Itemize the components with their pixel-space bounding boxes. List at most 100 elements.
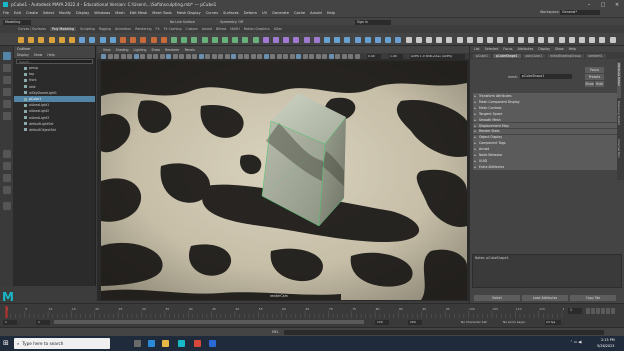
ae-menu-attributes[interactable]: Attributes	[518, 47, 534, 51]
taskbar-search-input[interactable]: ⌕ Type here to search	[14, 338, 110, 349]
shelf-tool-icon[interactable]	[548, 36, 555, 43]
outliner-item[interactable]: defaultObjectSet	[14, 127, 95, 133]
shelf-tab[interactable]: Sculpting	[80, 27, 95, 31]
menu-uv[interactable]: UV	[262, 11, 267, 15]
command-input[interactable]	[284, 329, 604, 335]
viewport-tool-icon[interactable]	[198, 54, 204, 59]
symmetry-label[interactable]: Symmetry: Off	[220, 20, 243, 24]
ae-tab[interactable]: lambert1	[585, 53, 606, 58]
menu-mesh-display[interactable]: Mesh Display	[177, 11, 201, 15]
shelf-tool-icon[interactable]	[191, 36, 198, 43]
shelf-tab[interactable]: Rigging	[99, 27, 111, 31]
anim-layer-select[interactable]: No Anim Layer	[503, 320, 525, 324]
shelf-tool-icon[interactable]	[538, 36, 545, 43]
sign-in-button[interactable]: Sign In	[355, 19, 391, 25]
ae-menu-selected[interactable]: Selected	[485, 47, 499, 51]
menu-arnold[interactable]: Arnold	[310, 11, 322, 15]
hide-button[interactable]: Hide	[595, 81, 604, 87]
shelf-tool-icon[interactable]	[273, 36, 279, 43]
shelf-tool-icon[interactable]	[28, 36, 35, 43]
viewport-tool-icon[interactable]	[205, 54, 210, 59]
shelf-tool-icon[interactable]	[293, 36, 300, 43]
step-forward-icon[interactable]	[606, 308, 610, 314]
attribute-section[interactable]: UUID	[473, 158, 618, 164]
viewport-tool-icon[interactable]	[192, 54, 197, 59]
shelf-tool-icon[interactable]	[99, 36, 106, 43]
shelf-tab[interactable]: Curves / Surfaces	[18, 27, 46, 31]
windows-start-icon[interactable]: ⊞	[3, 339, 11, 347]
attribute-section[interactable]: Render Stats	[473, 128, 618, 135]
play-forward-icon[interactable]	[601, 308, 605, 314]
close-icon[interactable]: ×	[610, 0, 624, 9]
attribute-section[interactable]: Tangent Space	[473, 110, 618, 117]
shelf-tool-icon[interactable]	[436, 36, 443, 43]
viewport-tool-icon[interactable]	[328, 54, 334, 59]
shelf-tool-icon[interactable]	[354, 36, 361, 43]
viewport-menu-show[interactable]: Show	[151, 48, 160, 52]
viewport-tool-icon[interactable]	[302, 54, 308, 59]
move-tool-icon[interactable]	[3, 88, 11, 96]
ae-menu-list[interactable]: List	[474, 47, 480, 51]
shelf-tool-icon[interactable]	[130, 36, 137, 43]
viewport-tool-icon[interactable]	[146, 54, 152, 59]
menu-generate[interactable]: Generate	[272, 11, 289, 15]
viewport-tool-icon[interactable]	[263, 54, 269, 59]
shelf-tool-icon[interactable]	[528, 36, 534, 43]
exposure-field[interactable]: 0.00	[367, 54, 381, 59]
outliner-menu-help[interactable]: Help	[47, 53, 54, 57]
attribute-section[interactable]: Extra Attributes	[473, 163, 618, 170]
viewport-tool-icon[interactable]	[101, 54, 106, 59]
maximize-icon[interactable]: □	[596, 0, 610, 9]
show-button[interactable]: Show	[585, 81, 594, 87]
shelf-tool-icon[interactable]	[252, 36, 259, 43]
viewport-menu-panels[interactable]: Panels	[185, 48, 195, 52]
viewport-menu-lighting[interactable]: Lighting	[134, 48, 147, 52]
viewport-tool-icon[interactable]	[153, 54, 158, 59]
viewport-tool-icon[interactable]	[354, 54, 360, 59]
time-slider[interactable]: 1510152025303540455055606570758085909510…	[0, 303, 624, 318]
attribute-section[interactable]: Mesh Controls	[473, 105, 618, 111]
shelf-tool-icon[interactable]	[313, 36, 320, 43]
ae-tab[interactable]: polyCube1	[522, 53, 546, 58]
viewport-tool-icon[interactable]	[257, 54, 262, 59]
viewport-tool-icon[interactable]	[179, 54, 184, 59]
maya-taskbar-icon[interactable]	[178, 340, 185, 347]
shelf-tool-icon[interactable]	[415, 36, 422, 43]
shelf-tool-icon[interactable]	[232, 36, 239, 43]
select-tool-icon[interactable]	[3, 52, 11, 60]
lasso-tool-icon[interactable]	[3, 64, 11, 72]
viewport-menu-shading[interactable]: Shading	[116, 48, 129, 52]
shelf-tool-icon[interactable]	[426, 36, 432, 43]
shelf-tool-icon[interactable]	[568, 36, 575, 43]
four-view-icon[interactable]	[3, 162, 11, 170]
fps-select[interactable]: 24 fps	[545, 319, 561, 325]
viewport-menu-view[interactable]: View	[103, 48, 111, 52]
shelf-tool-icon[interactable]	[517, 36, 524, 43]
start-frame-field[interactable]: 1	[3, 319, 17, 325]
edge-icon[interactable]	[148, 340, 155, 347]
menu-cache[interactable]: Cache	[294, 11, 305, 15]
shelf-tool-icon[interactable]	[375, 36, 381, 43]
shelf-tab[interactable]: FX Caching	[164, 27, 182, 31]
viewport-tool-icon[interactable]	[224, 54, 230, 59]
viewport-tool-icon[interactable]	[309, 54, 314, 59]
menu-windows[interactable]: Windows	[94, 11, 110, 15]
shelf-tool-icon[interactable]	[242, 36, 249, 43]
minimize-icon[interactable]: –	[582, 0, 596, 9]
viewport-menu-renderer[interactable]: Renderer	[165, 48, 180, 52]
outliner-menu-display[interactable]: Display	[17, 53, 29, 57]
menu-deform[interactable]: Deform	[244, 11, 257, 15]
task-view-icon[interactable]	[134, 340, 141, 347]
menu-surfaces[interactable]: Surfaces	[223, 11, 239, 15]
chrome-icon[interactable]	[194, 340, 201, 347]
attribute-section[interactable]: Component Tags	[473, 140, 618, 147]
menu-display[interactable]: Display	[76, 11, 89, 15]
shelf-tool-icon[interactable]	[38, 36, 45, 43]
gamma-field[interactable]: 1.00	[389, 54, 403, 59]
start-inner-field[interactable]: 1	[36, 319, 50, 325]
attribute-section[interactable]: Arnold	[473, 146, 618, 152]
shelf-tool-icon[interactable]	[109, 36, 116, 43]
viewport-tool-icon[interactable]	[335, 54, 340, 59]
shelf-tool-icon[interactable]	[385, 36, 392, 43]
viewport-tool-icon[interactable]	[172, 54, 178, 59]
